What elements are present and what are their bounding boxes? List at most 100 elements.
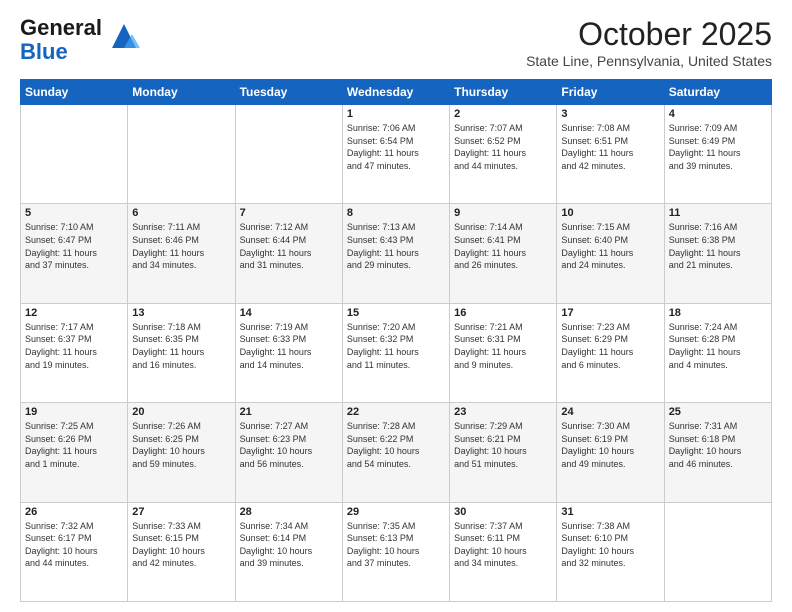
- day-info-21: Sunrise: 7:27 AMSunset: 6:23 PMDaylight:…: [240, 420, 338, 470]
- cell-w1-d5: 10 Sunrise: 7:15 AMSunset: 6:40 PMDayligh…: [557, 204, 664, 303]
- day-number-1: 1: [347, 108, 445, 120]
- cell-w3-d6: 25 Sunrise: 7:31 AMSunset: 6:18 PMDayligh…: [664, 403, 771, 502]
- day-info-12: Sunrise: 7:17 AMSunset: 6:37 PMDaylight:…: [25, 321, 123, 371]
- week-row-1: 5 Sunrise: 7:10 AMSunset: 6:47 PMDaylight…: [21, 204, 772, 303]
- week-row-2: 12 Sunrise: 7:17 AMSunset: 6:37 PMDayligh…: [21, 303, 772, 402]
- day-number-12: 12: [25, 307, 123, 319]
- week-row-4: 26 Sunrise: 7:32 AMSunset: 6:17 PMDayligh…: [21, 502, 772, 601]
- day-info-24: Sunrise: 7:30 AMSunset: 6:19 PMDaylight:…: [561, 420, 659, 470]
- day-number-28: 28: [240, 506, 338, 518]
- cell-w3-d2: 21 Sunrise: 7:27 AMSunset: 6:23 PMDayligh…: [235, 403, 342, 502]
- cell-w0-d0: [21, 105, 128, 204]
- day-info-28: Sunrise: 7:34 AMSunset: 6:14 PMDaylight:…: [240, 520, 338, 570]
- day-number-14: 14: [240, 307, 338, 319]
- day-number-18: 18: [669, 307, 767, 319]
- day-info-19: Sunrise: 7:25 AMSunset: 6:26 PMDaylight:…: [25, 420, 123, 470]
- cell-w0-d6: 4Sunrise: 7:09 AMSunset: 6:49 PMDaylight…: [664, 105, 771, 204]
- day-info-11: Sunrise: 7:16 AMSunset: 6:38 PMDaylight:…: [669, 221, 767, 271]
- cell-w2-d0: 12 Sunrise: 7:17 AMSunset: 6:37 PMDayligh…: [21, 303, 128, 402]
- day-info-14: Sunrise: 7:19 AMSunset: 6:33 PMDaylight:…: [240, 321, 338, 371]
- day-info-3: Sunrise: 7:08 AMSunset: 6:51 PMDaylight:…: [561, 122, 659, 172]
- cell-w1-d3: 8Sunrise: 7:13 AMSunset: 6:43 PMDaylight…: [342, 204, 449, 303]
- day-info-5: Sunrise: 7:10 AMSunset: 6:47 PMDaylight:…: [25, 221, 123, 271]
- logo-general: General: [20, 15, 102, 40]
- cell-w1-d1: 6 Sunrise: 7:11 AMSunset: 6:46 PMDaylight…: [128, 204, 235, 303]
- col-friday: Friday: [557, 80, 664, 105]
- col-saturday: Saturday: [664, 80, 771, 105]
- day-number-29: 29: [347, 506, 445, 518]
- day-number-13: 13: [132, 307, 230, 319]
- day-info-7: Sunrise: 7:12 AMSunset: 6:44 PMDaylight:…: [240, 221, 338, 271]
- col-sunday: Sunday: [21, 80, 128, 105]
- day-info-17: Sunrise: 7:23 AMSunset: 6:29 PMDaylight:…: [561, 321, 659, 371]
- day-info-10: Sunrise: 7:15 AMSunset: 6:40 PMDaylight:…: [561, 221, 659, 271]
- cell-w3-d1: 20Sunrise: 7:26 AMSunset: 6:25 PMDayligh…: [128, 403, 235, 502]
- cell-w3-d3: 22Sunrise: 7:28 AMSunset: 6:22 PMDayligh…: [342, 403, 449, 502]
- day-info-4: Sunrise: 7:09 AMSunset: 6:49 PMDaylight:…: [669, 122, 767, 172]
- cell-w2-d1: 13 Sunrise: 7:18 AMSunset: 6:35 PMDayligh…: [128, 303, 235, 402]
- day-info-31: Sunrise: 7:38 AMSunset: 6:10 PMDaylight:…: [561, 520, 659, 570]
- cell-w2-d6: 18 Sunrise: 7:24 AMSunset: 6:28 PMDayligh…: [664, 303, 771, 402]
- day-info-18: Sunrise: 7:24 AMSunset: 6:28 PMDaylight:…: [669, 321, 767, 371]
- day-info-13: Sunrise: 7:18 AMSunset: 6:35 PMDaylight:…: [132, 321, 230, 371]
- day-number-6: 6: [132, 207, 230, 219]
- day-info-1: Sunrise: 7:06 AMSunset: 6:54 PMDaylight:…: [347, 122, 445, 172]
- page-subtitle: State Line, Pennsylvania, United States: [526, 53, 772, 69]
- day-number-17: 17: [561, 307, 659, 319]
- cell-w0-d5: 3Sunrise: 7:08 AMSunset: 6:51 PMDaylight…: [557, 105, 664, 204]
- cell-w4-d6: [664, 502, 771, 601]
- day-number-21: 21: [240, 406, 338, 418]
- logo-icon: [108, 20, 140, 52]
- day-number-2: 2: [454, 108, 552, 120]
- cell-w1-d0: 5 Sunrise: 7:10 AMSunset: 6:47 PMDaylight…: [21, 204, 128, 303]
- day-number-27: 27: [132, 506, 230, 518]
- col-wednesday: Wednesday: [342, 80, 449, 105]
- cell-w4-d2: 28 Sunrise: 7:34 AMSunset: 6:14 PMDayligh…: [235, 502, 342, 601]
- cell-w3-d4: 23 Sunrise: 7:29 AMSunset: 6:21 PMDayligh…: [450, 403, 557, 502]
- day-number-26: 26: [25, 506, 123, 518]
- day-info-26: Sunrise: 7:32 AMSunset: 6:17 PMDaylight:…: [25, 520, 123, 570]
- day-number-25: 25: [669, 406, 767, 418]
- day-info-23: Sunrise: 7:29 AMSunset: 6:21 PMDaylight:…: [454, 420, 552, 470]
- day-number-19: 19: [25, 406, 123, 418]
- cell-w2-d5: 17 Sunrise: 7:23 AMSunset: 6:29 PMDayligh…: [557, 303, 664, 402]
- cell-w3-d0: 19 Sunrise: 7:25 AMSunset: 6:26 PMDayligh…: [21, 403, 128, 502]
- cell-w3-d5: 24Sunrise: 7:30 AMSunset: 6:19 PMDayligh…: [557, 403, 664, 502]
- cell-w1-d6: 11 Sunrise: 7:16 AMSunset: 6:38 PMDayligh…: [664, 204, 771, 303]
- logo: General Blue: [20, 16, 140, 64]
- day-number-30: 30: [454, 506, 552, 518]
- calendar-header-row: Sunday Monday Tuesday Wednesday Thursday…: [21, 80, 772, 105]
- col-monday: Monday: [128, 80, 235, 105]
- cell-w0-d2: [235, 105, 342, 204]
- day-info-15: Sunrise: 7:20 AMSunset: 6:32 PMDaylight:…: [347, 321, 445, 371]
- cell-w0-d3: 1 Sunrise: 7:06 AMSunset: 6:54 PMDaylight…: [342, 105, 449, 204]
- cell-w4-d5: 31 Sunrise: 7:38 AMSunset: 6:10 PMDayligh…: [557, 502, 664, 601]
- day-number-23: 23: [454, 406, 552, 418]
- cell-w1-d4: 9Sunrise: 7:14 AMSunset: 6:41 PMDaylight…: [450, 204, 557, 303]
- day-info-8: Sunrise: 7:13 AMSunset: 6:43 PMDaylight:…: [347, 221, 445, 271]
- day-info-6: Sunrise: 7:11 AMSunset: 6:46 PMDaylight:…: [132, 221, 230, 271]
- day-number-31: 31: [561, 506, 659, 518]
- day-number-5: 5: [25, 207, 123, 219]
- day-number-15: 15: [347, 307, 445, 319]
- day-info-16: Sunrise: 7:21 AMSunset: 6:31 PMDaylight:…: [454, 321, 552, 371]
- col-tuesday: Tuesday: [235, 80, 342, 105]
- day-number-7: 7: [240, 207, 338, 219]
- calendar-table: Sunday Monday Tuesday Wednesday Thursday…: [20, 79, 772, 602]
- header: General Blue October 2025 State Line, Pe…: [20, 16, 772, 69]
- day-info-9: Sunrise: 7:14 AMSunset: 6:41 PMDaylight:…: [454, 221, 552, 271]
- cell-w0-d4: 2 Sunrise: 7:07 AMSunset: 6:52 PMDaylight…: [450, 105, 557, 204]
- day-number-10: 10: [561, 207, 659, 219]
- cell-w0-d1: [128, 105, 235, 204]
- day-info-2: Sunrise: 7:07 AMSunset: 6:52 PMDaylight:…: [454, 122, 552, 172]
- col-thursday: Thursday: [450, 80, 557, 105]
- cell-w1-d2: 7 Sunrise: 7:12 AMSunset: 6:44 PMDaylight…: [235, 204, 342, 303]
- day-number-11: 11: [669, 207, 767, 219]
- day-info-22: Sunrise: 7:28 AMSunset: 6:22 PMDaylight:…: [347, 420, 445, 470]
- week-row-3: 19 Sunrise: 7:25 AMSunset: 6:26 PMDayligh…: [21, 403, 772, 502]
- day-info-25: Sunrise: 7:31 AMSunset: 6:18 PMDaylight:…: [669, 420, 767, 470]
- day-info-29: Sunrise: 7:35 AMSunset: 6:13 PMDaylight:…: [347, 520, 445, 570]
- cell-w4-d3: 29 Sunrise: 7:35 AMSunset: 6:13 PMDayligh…: [342, 502, 449, 601]
- day-number-16: 16: [454, 307, 552, 319]
- page-title: October 2025: [526, 16, 772, 53]
